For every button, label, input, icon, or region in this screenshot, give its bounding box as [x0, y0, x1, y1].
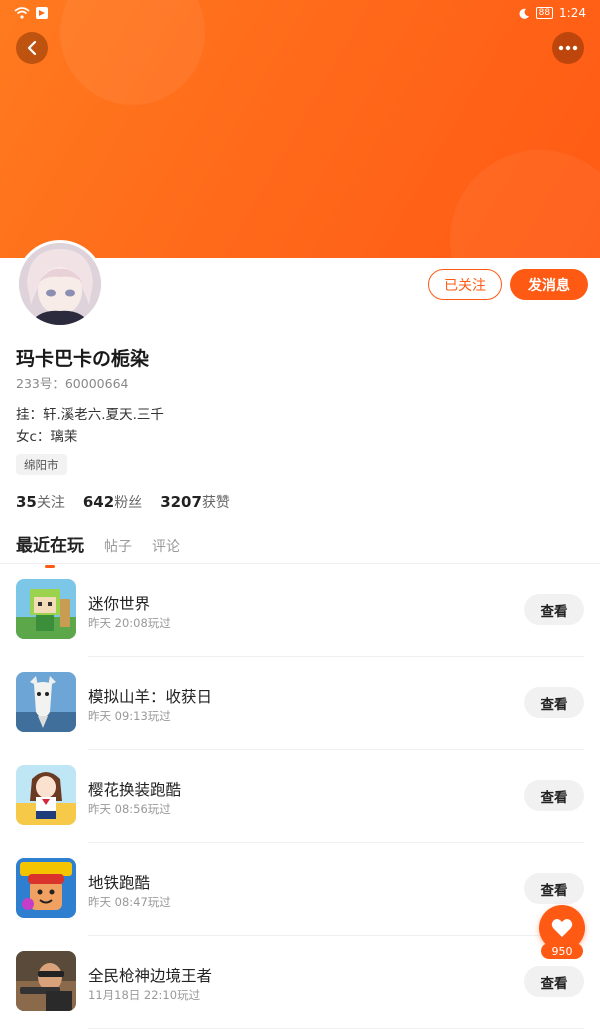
stat-count: 642: [82, 493, 115, 511]
user-id: 233号：60000664: [16, 376, 129, 391]
view-button[interactable]: 查看: [524, 780, 584, 811]
wifi-icon: [14, 7, 30, 19]
game-title: 全民枪神边境王者: [88, 967, 213, 985]
played-time: 昨天 20:08玩过: [88, 616, 171, 630]
profile-tabs: 最近在玩 帖子 评论: [16, 531, 180, 568]
mini-world-icon: [16, 579, 76, 639]
gun-king-icon: [16, 951, 76, 1011]
moon-icon: [519, 8, 529, 19]
list-item[interactable]: 地铁跑酷 昨天 08:47玩过 查看: [0, 843, 600, 936]
like-count-badge: 950: [541, 943, 583, 959]
avatar[interactable]: [16, 240, 104, 328]
tab-comments[interactable]: 评论: [152, 536, 180, 556]
likes-stat[interactable]: 3207获赞: [160, 492, 230, 512]
bio-line: 挂：轩.溪老六.夏天.三千: [16, 407, 164, 423]
profile-stats: 35关注 642粉丝 3207获赞: [16, 492, 230, 512]
followers-stat[interactable]: 642粉丝: [83, 492, 142, 512]
back-arrow-icon: [27, 40, 37, 56]
list-item[interactable]: 模拟山羊：收获日 昨天 09:13玩过 查看: [0, 657, 600, 750]
back-button[interactable]: [16, 32, 48, 64]
played-time: 11月18日 22:10玩过: [88, 988, 201, 1002]
view-button[interactable]: 查看: [524, 966, 584, 997]
heart-icon: [551, 919, 573, 937]
bio-line: 女c：璃茉: [16, 429, 78, 445]
game-title: 地铁跑酷: [88, 874, 151, 892]
status-bar: 88 1:24: [0, 0, 600, 26]
following-button[interactable]: 已关注: [428, 269, 502, 300]
following-stat[interactable]: 35关注: [16, 492, 65, 512]
list-item[interactable]: 迷你世界 昨天 20:08玩过 查看: [0, 564, 600, 657]
view-button[interactable]: 查看: [524, 687, 584, 718]
stat-label: 获赞: [201, 495, 230, 511]
stat-count: 35: [16, 493, 37, 511]
more-dots-icon: [558, 45, 578, 51]
banner-decoration: [450, 150, 600, 258]
game-title: 迷你世界: [88, 595, 151, 613]
game-title: 樱花换装跑酷: [88, 781, 182, 799]
game-title: 模拟山羊：收获日: [88, 688, 213, 706]
clock: 1:24: [559, 6, 586, 20]
send-message-button[interactable]: 发消息: [510, 269, 588, 300]
sakura-runner-icon: [16, 765, 76, 825]
tab-posts[interactable]: 帖子: [104, 536, 132, 556]
view-button[interactable]: 查看: [524, 594, 584, 625]
played-time: 昨天 09:13玩过: [88, 709, 171, 723]
list-item[interactable]: 全民枪神边境王者 11月18日 22:10玩过 查看: [0, 936, 600, 1029]
city-tag: 绵阳市: [16, 454, 67, 475]
tab-recently-played[interactable]: 最近在玩: [16, 531, 84, 568]
stat-label: 关注: [36, 495, 65, 511]
more-options-button[interactable]: [552, 32, 584, 64]
subway-surfers-icon: [16, 858, 76, 918]
played-time: 昨天 08:56玩过: [88, 802, 171, 816]
notification-icon: [36, 7, 48, 19]
view-button[interactable]: 查看: [524, 873, 584, 904]
profile-banner: [0, 0, 600, 258]
recent-games-list: 迷你世界 昨天 20:08玩过 查看 模拟山羊：收获日 昨天 09:13玩过 查…: [0, 564, 600, 1029]
played-time: 昨天 08:47玩过: [88, 895, 171, 909]
stat-count: 3207: [160, 493, 202, 511]
list-item[interactable]: 樱花换装跑酷 昨天 08:56玩过 查看: [0, 750, 600, 843]
stat-label: 粉丝: [114, 495, 143, 511]
profile-name: 玛卡巴卡の栀染: [16, 348, 150, 370]
battery-indicator: 88: [535, 7, 554, 19]
goat-simulator-icon: [16, 672, 76, 732]
